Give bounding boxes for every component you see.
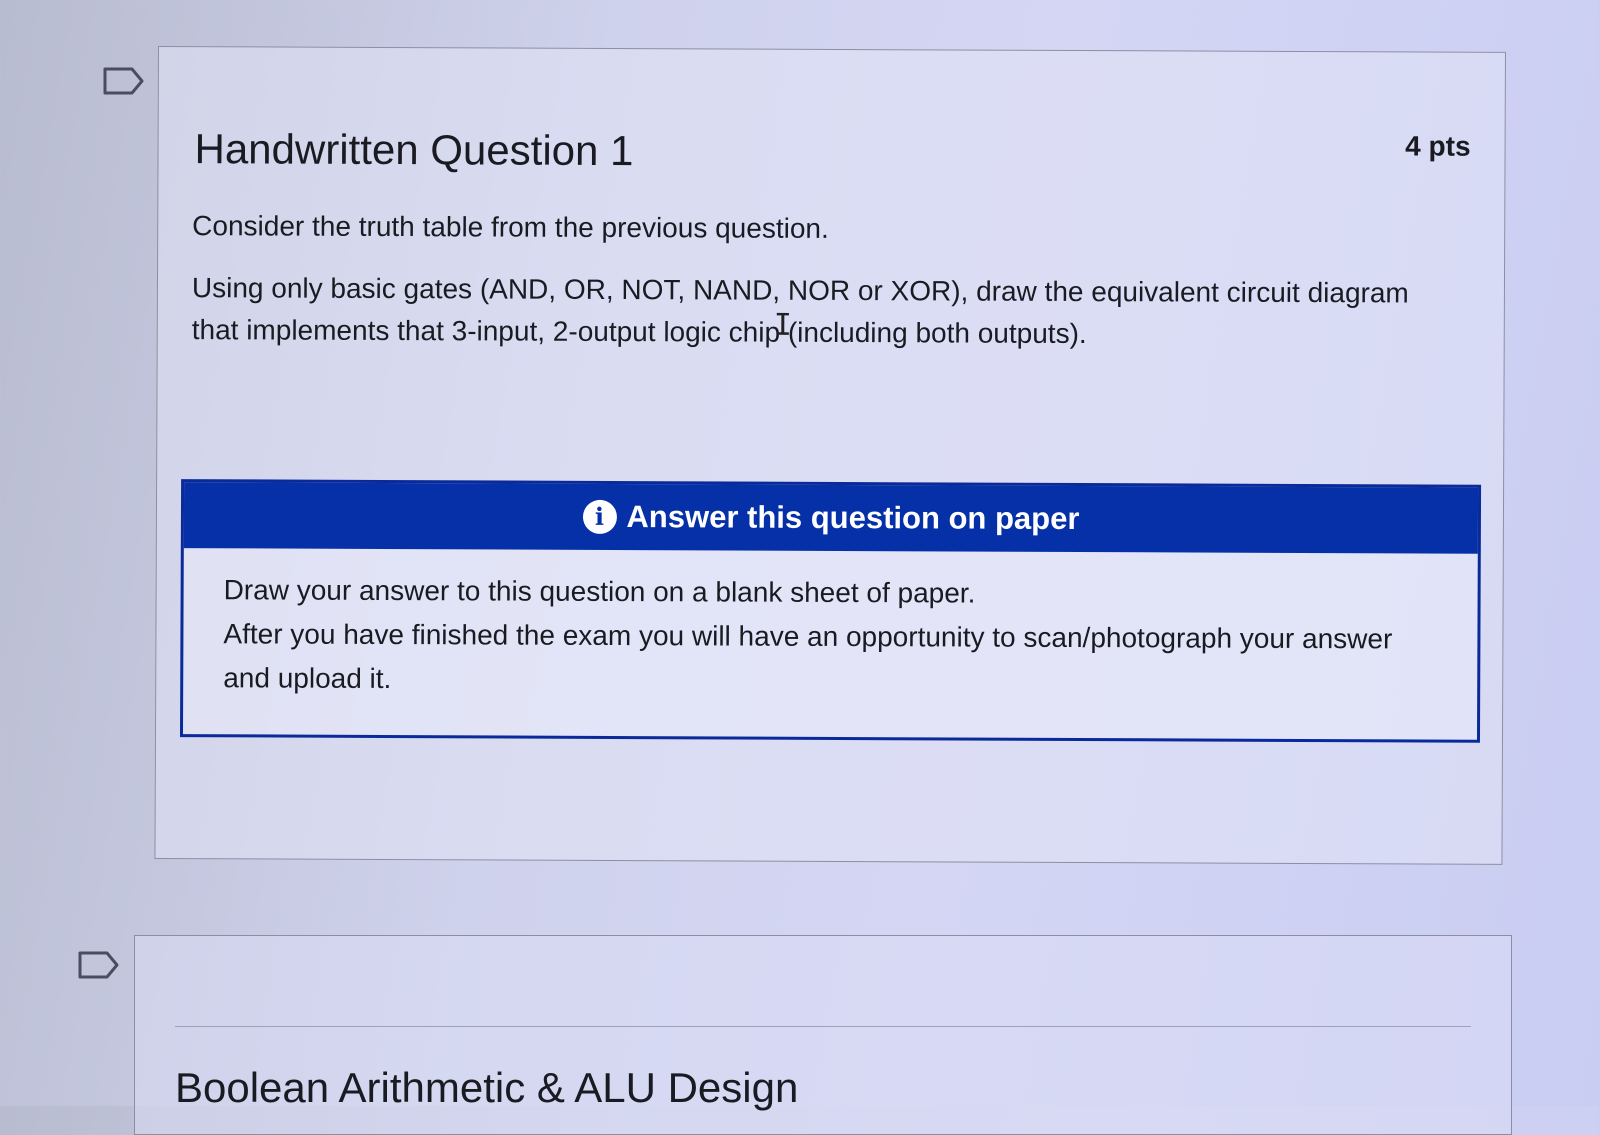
flag-question-icon[interactable]: [102, 66, 146, 96]
info-icon: i: [582, 499, 617, 535]
answer-on-paper-notice: i Answer this question on paper Draw you…: [179, 479, 1482, 743]
next-question-title: Boolean Arithmetic & ALU Design: [175, 1064, 799, 1111]
question-title: Handwritten Question 1: [194, 125, 634, 175]
notice-header-text: Answer this question on paper: [626, 499, 1080, 537]
notice-line: After you have finished the exam you wil…: [223, 618, 1393, 695]
notice-header: i Answer this question on paper: [183, 482, 1479, 554]
next-question-card: Boolean Arithmetic & ALU Design: [134, 935, 1512, 1135]
question-text: Consider the truth table from the previo…: [192, 205, 1463, 377]
notice-body: Draw your answer to this question on a b…: [183, 548, 1478, 706]
divider: [175, 1026, 1471, 1027]
text-cursor-icon: I: [773, 307, 792, 343]
notice-line: Draw your answer to this question on a b…: [223, 574, 976, 609]
flag-question-icon[interactable]: [77, 950, 121, 980]
question-paragraph: Consider the truth table from the previo…: [192, 210, 829, 244]
question-points: 4 pts: [1405, 130, 1471, 162]
question-paragraph: Using only basic gates (AND, OR, NOT, NA…: [191, 272, 1409, 350]
question-card: Handwritten Question 1 4 pts Consider th…: [154, 46, 1506, 865]
